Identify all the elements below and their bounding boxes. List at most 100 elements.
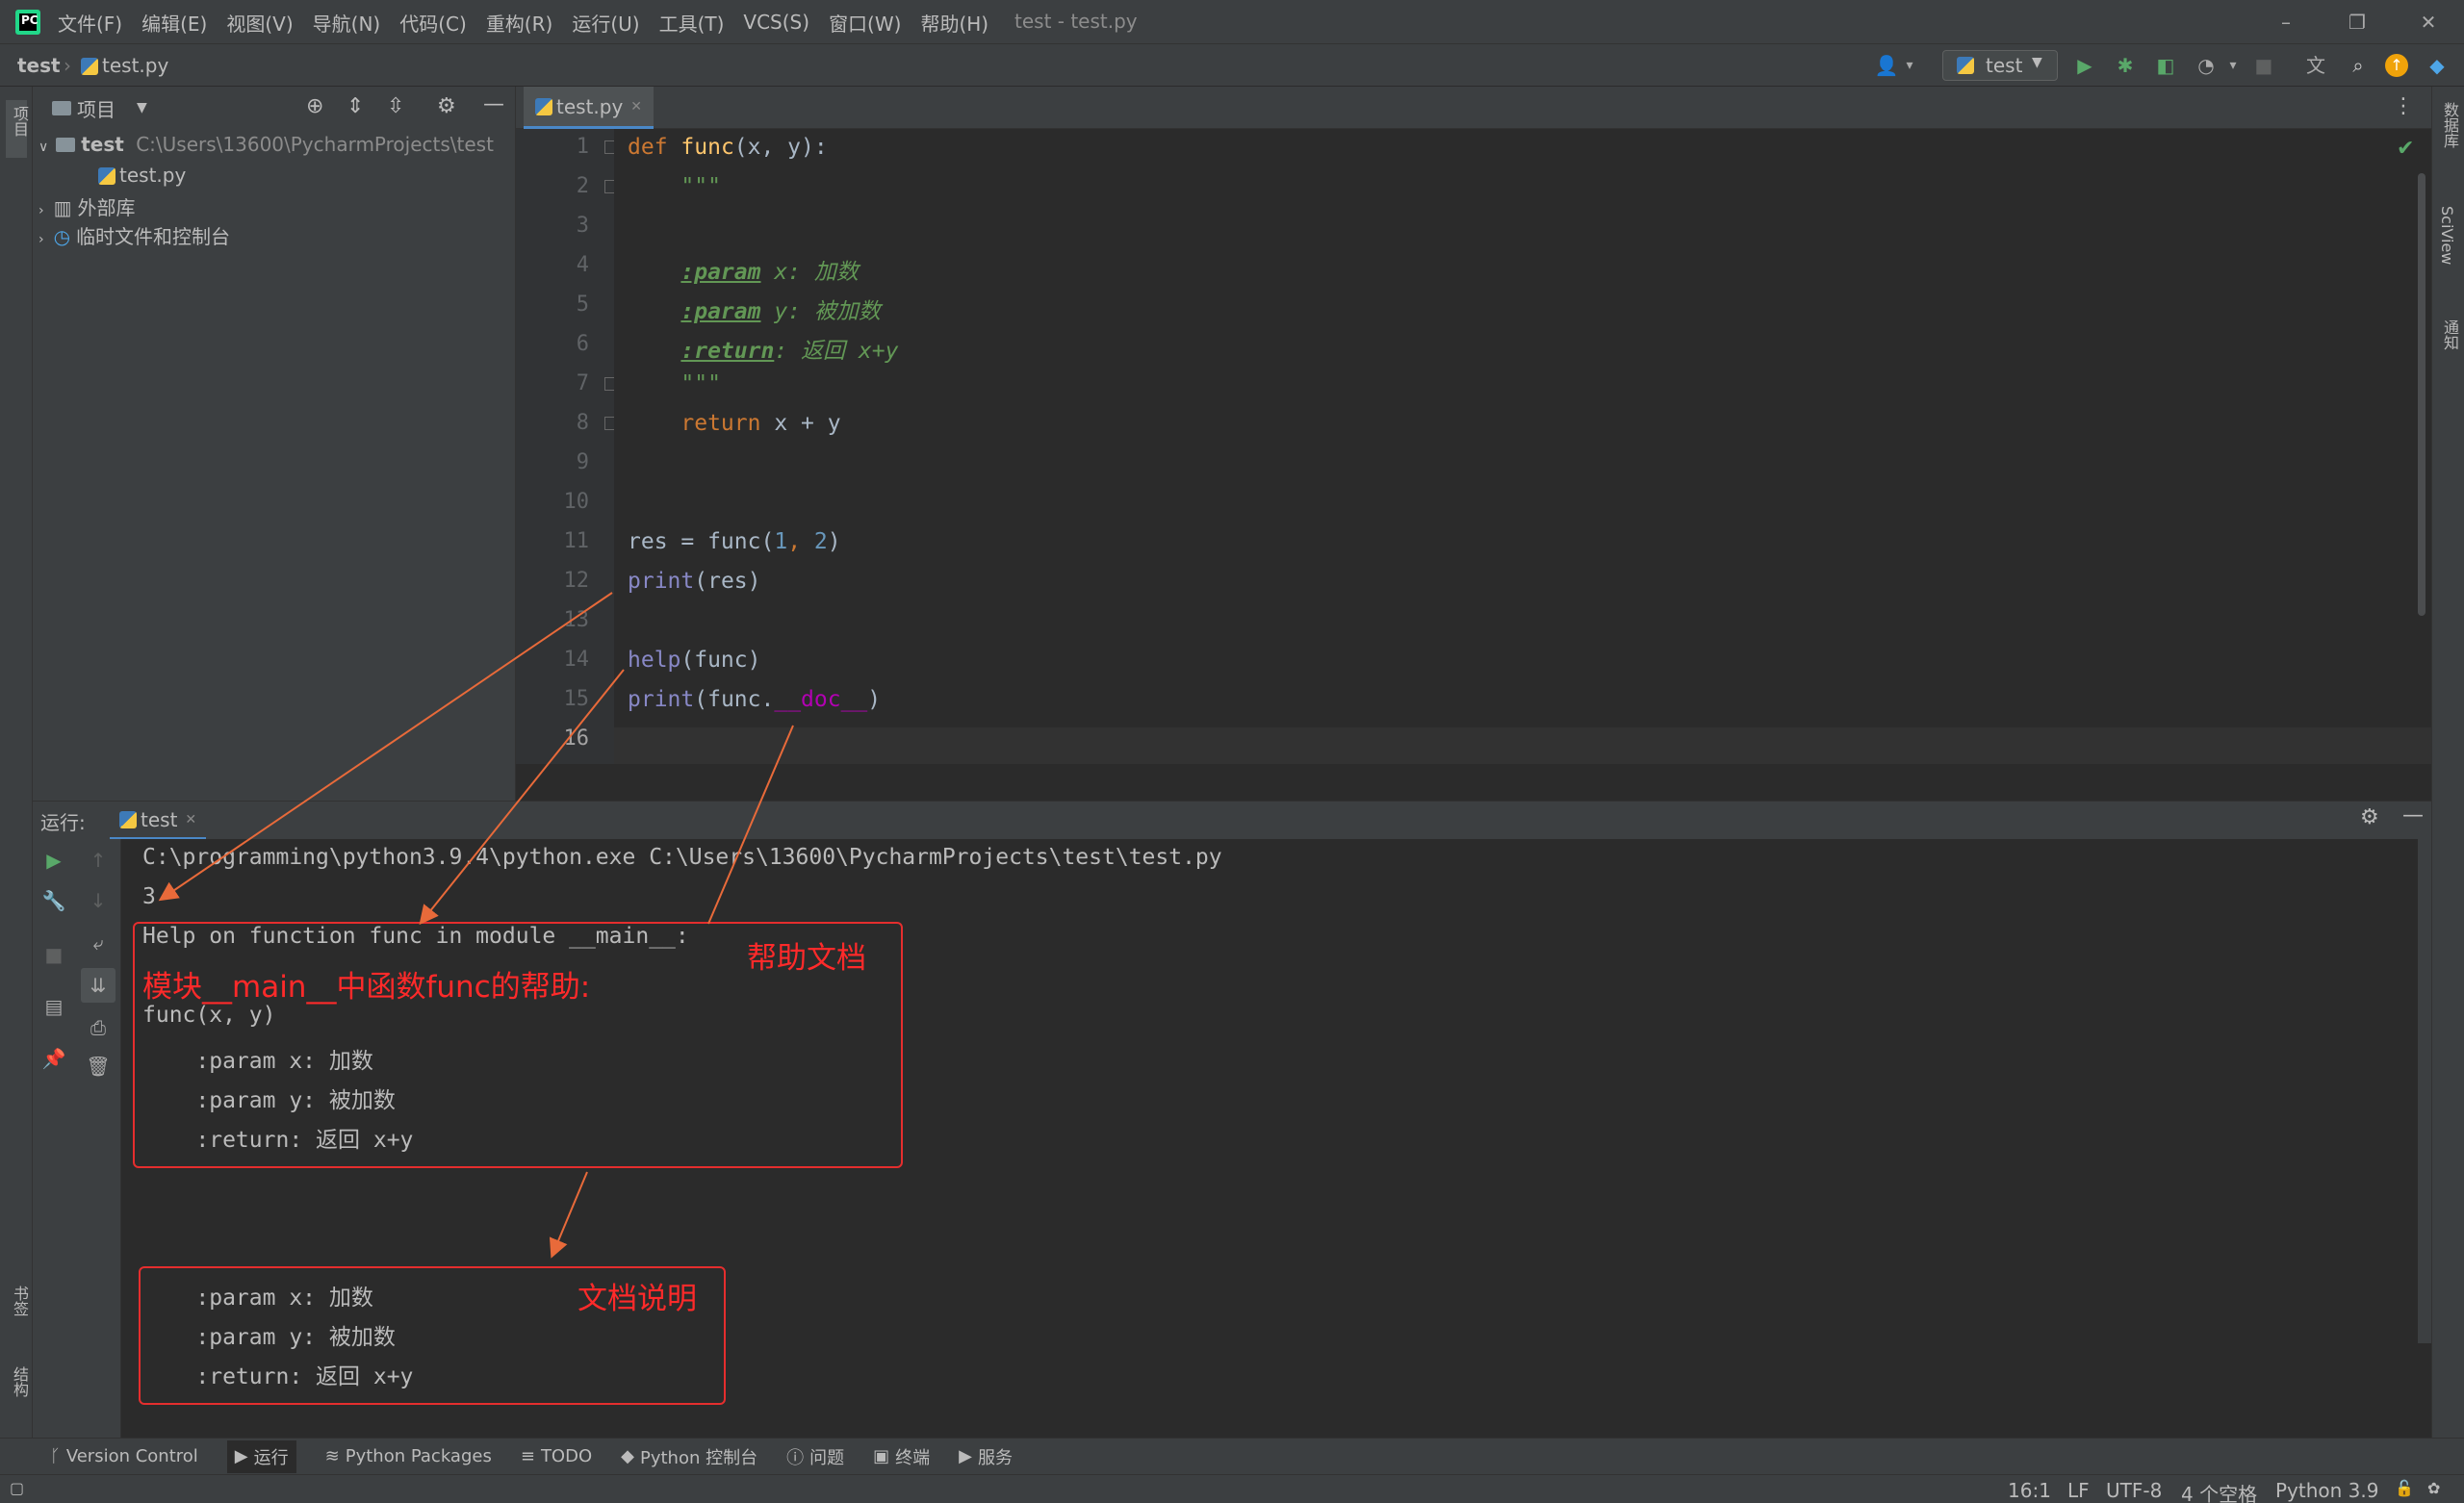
- code-editor[interactable]: def func(x, y): """ :param x: 加数 :param …: [614, 129, 2431, 764]
- coverage-icon[interactable]: ◧: [2152, 52, 2179, 79]
- tool-run[interactable]: ▶ 运行: [226, 1439, 296, 1473]
- collapse-all-icon[interactable]: ⇳: [387, 94, 404, 118]
- run-icon[interactable]: ▶: [2071, 52, 2098, 79]
- maximize-button[interactable]: ❐: [2323, 6, 2391, 38]
- breadcrumb-file-label: test.py: [102, 54, 169, 77]
- menu-view[interactable]: 视图(V): [226, 9, 293, 37]
- layout-toggle-icon[interactable]: ▢: [10, 1479, 24, 1497]
- stop-icon[interactable]: ■: [40, 941, 67, 968]
- structure-tool-button[interactable]: 结构: [8, 1366, 31, 1397]
- menu-edit[interactable]: 编辑(E): [141, 9, 207, 37]
- run-config-selector[interactable]: test ▼: [1942, 50, 2058, 81]
- profile-icon[interactable]: ◔: [2193, 52, 2220, 79]
- services-icon: ▶: [959, 1446, 972, 1466]
- hide-icon[interactable]: —: [483, 92, 504, 116]
- menu-help[interactable]: 帮助(H): [920, 9, 988, 37]
- tree-scratches[interactable]: › ◷ 临时文件和控制台: [38, 221, 230, 249]
- hide-icon[interactable]: —: [2402, 803, 2424, 828]
- close-button[interactable]: ✕: [2395, 6, 2462, 38]
- menu-code[interactable]: 代码(C): [399, 9, 467, 37]
- right-tool-stripe: 数据库 SciView 通知: [2431, 87, 2464, 1438]
- trash-icon[interactable]: 🗑: [85, 1053, 112, 1080]
- terminal-icon: ▣: [873, 1446, 890, 1466]
- tool-problems[interactable]: ⓘ 问题: [786, 1444, 844, 1469]
- chevron-down-icon[interactable]: ∨: [38, 140, 48, 155]
- search-icon[interactable]: ⌕: [2345, 52, 2372, 79]
- line-number: 1: [576, 135, 589, 159]
- jetbrains-icon[interactable]: ◆: [2424, 52, 2451, 79]
- bookmarks-tool-button[interactable]: 书签: [8, 1286, 31, 1316]
- lock-icon[interactable]: 🔓: [2395, 1479, 2414, 1497]
- code-line-12: print(res): [628, 569, 761, 594]
- menu-vcs[interactable]: VCS(S): [743, 11, 809, 34]
- print-icon[interactable]: ⎙: [85, 1014, 112, 1041]
- baidu-icon[interactable]: ✿: [2427, 1479, 2440, 1497]
- tab-test-py[interactable]: test.py ✕: [524, 87, 654, 129]
- stop-icon[interactable]: ■: [2250, 52, 2277, 79]
- wrench-icon[interactable]: 🔧: [40, 887, 67, 914]
- close-icon[interactable]: ✕: [630, 99, 642, 115]
- chevron-down-icon[interactable]: ▼: [137, 100, 147, 115]
- chevron-down-icon[interactable]: ▾: [1896, 52, 1923, 79]
- status-encoding[interactable]: UTF-8: [2106, 1479, 2162, 1502]
- tool-terminal[interactable]: ▣ 终端: [873, 1444, 930, 1469]
- editor-scrollbar[interactable]: [2418, 173, 2426, 616]
- menu-refactor[interactable]: 重构(R): [486, 9, 553, 37]
- more-icon[interactable]: ⋮: [2393, 94, 2414, 118]
- sciview-tool-button[interactable]: SciView: [2438, 206, 2456, 265]
- arrow-up-icon[interactable]: ↑: [85, 847, 112, 874]
- breadcrumb-project[interactable]: test: [17, 54, 61, 77]
- chevron-right-icon[interactable]: ›: [38, 232, 44, 247]
- layout-icon[interactable]: ▤: [40, 993, 67, 1020]
- console-scrollbar[interactable]: [2418, 839, 2431, 1343]
- status-indent[interactable]: 4 个空格: [2181, 1479, 2257, 1503]
- status-caret-position[interactable]: 16:1: [2008, 1479, 2051, 1502]
- locate-icon[interactable]: ⊕: [306, 94, 323, 118]
- pin-icon[interactable]: 📌: [40, 1045, 67, 1072]
- arrow-down-icon[interactable]: ↓: [85, 887, 112, 914]
- tree-file-label: test.py: [119, 164, 187, 187]
- debug-icon[interactable]: ✱: [2112, 52, 2139, 79]
- inspection-ok-icon[interactable]: ✔: [2397, 137, 2414, 161]
- soft-wrap-icon[interactable]: ⤶: [85, 930, 112, 956]
- expand-all-icon[interactable]: ⇕: [346, 94, 364, 118]
- menu-navigate[interactable]: 导航(N): [313, 9, 381, 37]
- line-number: 11: [563, 529, 590, 553]
- chevron-right-icon[interactable]: ›: [38, 203, 44, 218]
- tool-services[interactable]: ▶ 服务: [959, 1444, 1013, 1469]
- minimize-button[interactable]: –: [2252, 6, 2320, 38]
- close-icon[interactable]: ✕: [185, 812, 196, 828]
- menu-window[interactable]: 窗口(W): [829, 9, 901, 37]
- gear-icon[interactable]: ⚙: [2360, 805, 2379, 829]
- project-view-label[interactable]: 项目: [77, 94, 116, 122]
- run-console[interactable]: C:\programming\python3.9.4\python.exe C:…: [121, 839, 2431, 1438]
- rerun-icon[interactable]: ▶: [40, 847, 67, 874]
- status-interpreter[interactable]: Python 3.9: [2275, 1479, 2379, 1502]
- chevron-down-icon[interactable]: ▾: [2220, 52, 2246, 79]
- tree-root[interactable]: ∨ test C:\Users\13600\PycharmProjects\tes…: [38, 133, 494, 156]
- notifications-tool-button[interactable]: 通知: [2438, 319, 2461, 350]
- tool-python-console[interactable]: ◆ Python 控制台: [621, 1444, 757, 1469]
- database-tool-button[interactable]: 数据库: [2438, 102, 2461, 148]
- scroll-to-end-icon[interactable]: ⇊: [81, 968, 116, 1003]
- tree-external-libs[interactable]: › ▥ 外部库: [38, 192, 136, 220]
- update-icon[interactable]: ↑: [2385, 54, 2408, 77]
- status-line-separator[interactable]: LF: [2067, 1479, 2090, 1502]
- editor-gutter: 1 2 3 4 5 6 7 8 9 10 11 12 13 14 15 16: [516, 129, 616, 764]
- menu-file[interactable]: 文件(F): [58, 9, 122, 37]
- left-tool-stripe: 项目 书签 结构: [0, 87, 33, 1438]
- tool-todo[interactable]: ≡ TODO: [521, 1446, 592, 1466]
- translate-icon[interactable]: 文: [2302, 52, 2329, 79]
- menu-run[interactable]: 运行(U): [572, 9, 639, 37]
- tool-version-control[interactable]: ᚴ Version Control: [50, 1446, 198, 1466]
- module-help-annotation: 模块__main__中函数func的帮助:: [142, 970, 591, 1005]
- gear-icon[interactable]: ⚙: [437, 94, 456, 118]
- breadcrumb-file[interactable]: test.py: [81, 54, 168, 77]
- tree-file[interactable]: test.py: [98, 164, 186, 187]
- run-tab-test[interactable]: test ✕: [110, 802, 207, 840]
- project-tool-button[interactable]: 项目: [6, 100, 29, 158]
- line-number: 5: [576, 293, 589, 317]
- menu-tools[interactable]: 工具(T): [659, 9, 725, 37]
- tool-python-packages[interactable]: ≋ Python Packages: [325, 1446, 492, 1466]
- code-line-11: res = func(1, 2): [628, 529, 841, 554]
